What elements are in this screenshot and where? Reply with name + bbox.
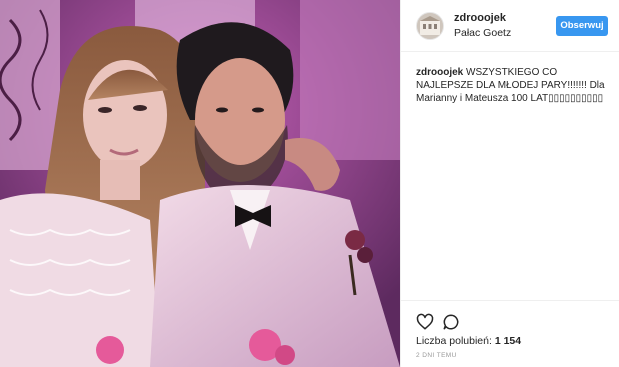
header-username[interactable]: zdrooojek bbox=[454, 12, 506, 24]
likes-label: Liczba polubień: bbox=[416, 335, 492, 347]
post-timestamp[interactable]: 2 DNI TEMU bbox=[416, 352, 457, 359]
likes-count[interactable]: Liczba polubień: 1 154 bbox=[416, 335, 521, 347]
avatar-image bbox=[417, 13, 443, 39]
post-header: zdrooojek Pałac Goetz Obserwuj bbox=[401, 0, 619, 52]
avatar[interactable] bbox=[416, 12, 444, 40]
heart-icon[interactable] bbox=[416, 313, 434, 331]
post-caption: zdrooojek WSZYSTKIEGO CO NAJLEPSZE DLA M… bbox=[416, 66, 616, 105]
caption-username[interactable]: zdrooojek bbox=[416, 67, 463, 78]
wedding-couple-photo bbox=[0, 0, 400, 367]
header-location[interactable]: Pałac Goetz bbox=[454, 27, 511, 39]
instagram-post: zdrooojek Pałac Goetz Obserwuj zdrooojek… bbox=[0, 0, 619, 367]
follow-button[interactable]: Obserwuj bbox=[556, 16, 608, 36]
likes-number: 1 154 bbox=[494, 335, 522, 347]
post-photo[interactable] bbox=[0, 0, 400, 367]
post-sidebar: zdrooojek Pałac Goetz Obserwuj zdrooojek… bbox=[400, 0, 619, 367]
comment-icon[interactable] bbox=[442, 313, 460, 331]
